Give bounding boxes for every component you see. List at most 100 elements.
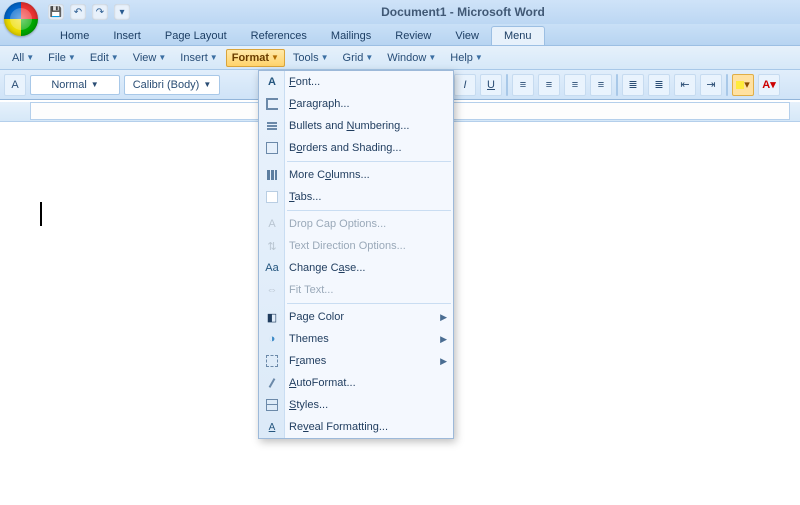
menu-item-fit-text: ⇔ Fit Text... bbox=[259, 279, 453, 301]
menu-item-label: Drop Cap Options... bbox=[289, 218, 386, 230]
menu-item-drop-cap-options: A Drop Cap Options... bbox=[259, 213, 453, 235]
themes-icon: ◑ bbox=[264, 331, 280, 347]
chevron-down-icon: ▼ bbox=[91, 80, 99, 89]
chevron-down-icon: ▼ bbox=[203, 80, 211, 89]
highlight-button[interactable]: ▾ bbox=[732, 74, 754, 96]
align-left-button[interactable]: ≡ bbox=[512, 74, 534, 96]
menu-item-paragraph[interactable]: Paragraph... bbox=[259, 93, 453, 115]
menu-item-page-color[interactable]: ◧ Page Color ▶ bbox=[259, 306, 453, 328]
numbering-button[interactable]: ≣ bbox=[648, 74, 670, 96]
font-combo[interactable]: Calibri (Body) ▼ bbox=[124, 75, 220, 95]
fittext-icon: ⇔ bbox=[264, 282, 280, 298]
menu-item-label: Tabs... bbox=[289, 191, 321, 203]
window-title: Document1 - Microsoft Word bbox=[130, 5, 796, 19]
quick-access-toolbar: 💾 ↶ ↷ ▾ bbox=[48, 4, 130, 20]
menu-item-label: Styles... bbox=[289, 399, 328, 411]
menu-item-text-direction-options: ⇅ Text Direction Options... bbox=[259, 235, 453, 257]
menu-separator bbox=[287, 303, 451, 304]
menu-item-label: Borders and Shading... bbox=[289, 142, 402, 154]
submenu-arrow-icon: ▶ bbox=[440, 312, 447, 323]
tab-review[interactable]: Review bbox=[383, 27, 443, 45]
menu-item-label: Bullets and Numbering... bbox=[289, 120, 409, 132]
menu-insert[interactable]: Insert▼ bbox=[174, 49, 223, 67]
menu-help[interactable]: Help▼ bbox=[444, 49, 489, 67]
submenu-arrow-icon: ▶ bbox=[440, 334, 447, 345]
menu-item-autoformat[interactable]: AutoFormat... bbox=[259, 372, 453, 394]
tab-mailings[interactable]: Mailings bbox=[319, 27, 383, 45]
menu-item-frames[interactable]: Frames▶ bbox=[259, 350, 453, 372]
qat-redo-icon[interactable]: ↷ bbox=[92, 4, 108, 20]
qat-save-icon[interactable]: 💾 bbox=[48, 4, 64, 20]
autoformat-icon bbox=[264, 375, 280, 391]
menu-bar: All▼ File▼ Edit▼ View▼ Insert▼ Format▼ T… bbox=[0, 46, 800, 70]
align-center-button[interactable]: ≡ bbox=[538, 74, 560, 96]
separator bbox=[616, 74, 618, 96]
style-combo[interactable]: Normal ▼ bbox=[30, 75, 120, 95]
style-combo-value: Normal bbox=[51, 79, 86, 91]
underline-button[interactable]: U bbox=[480, 74, 502, 96]
format-dropdown: A Font... Paragraph... Bullets and Numberin… bbox=[258, 70, 454, 439]
tabs-icon bbox=[264, 189, 280, 205]
font-color-button[interactable]: A▾ bbox=[758, 74, 780, 96]
menu-item-bullets-and-numbering[interactable]: Bullets and Numbering... bbox=[259, 115, 453, 137]
menu-item-borders-and-shading[interactable]: Borders and Shading... bbox=[259, 137, 453, 159]
menu-item-label: Fit Text... bbox=[289, 284, 333, 296]
list-icon bbox=[264, 118, 280, 134]
menu-item-font[interactable]: A Font... bbox=[259, 71, 453, 93]
reveal-icon bbox=[264, 419, 280, 435]
menu-item-label: Reveal Formatting... bbox=[289, 421, 388, 433]
menu-item-label: More Columns... bbox=[289, 169, 370, 181]
font-icon: A bbox=[264, 74, 280, 90]
menu-item-label: Page Color bbox=[289, 311, 344, 323]
pagecolor-icon: ◧ bbox=[264, 309, 280, 325]
font-combo-value: Calibri (Body) bbox=[133, 79, 200, 91]
italic-button[interactable]: I bbox=[454, 74, 476, 96]
menu-item-more-columns[interactable]: More Columns... bbox=[259, 164, 453, 186]
menu-item-tabs[interactable]: Tabs... bbox=[259, 186, 453, 208]
menu-file[interactable]: File▼ bbox=[42, 49, 82, 67]
case-icon: Aa bbox=[264, 260, 280, 276]
columns-icon bbox=[264, 167, 280, 183]
menu-item-label: Paragraph... bbox=[289, 98, 350, 110]
tab-insert[interactable]: Insert bbox=[101, 27, 153, 45]
tab-home[interactable]: Home bbox=[48, 27, 101, 45]
menu-item-label: AutoFormat... bbox=[289, 377, 356, 389]
menu-item-label: Change Case... bbox=[289, 262, 365, 274]
dropcap-icon: A bbox=[264, 216, 280, 232]
menu-format[interactable]: Format▼ bbox=[226, 49, 285, 67]
border-icon bbox=[264, 140, 280, 156]
menu-all[interactable]: All▼ bbox=[6, 49, 40, 67]
frames-icon bbox=[264, 353, 280, 369]
justify-button[interactable]: ≡ bbox=[590, 74, 612, 96]
qat-customize-icon[interactable]: ▾ bbox=[114, 4, 130, 20]
direction-icon: ⇅ bbox=[264, 238, 280, 254]
menu-grid[interactable]: Grid▼ bbox=[337, 49, 380, 67]
menu-window[interactable]: Window▼ bbox=[381, 49, 442, 67]
menu-item-change-case[interactable]: Aa Change Case... bbox=[259, 257, 453, 279]
paragraph-icon bbox=[264, 96, 280, 112]
menu-tools[interactable]: Tools▼ bbox=[287, 49, 335, 67]
qat-undo-icon[interactable]: ↶ bbox=[70, 4, 86, 20]
style-icon[interactable]: A bbox=[4, 74, 26, 96]
tab-page-layout[interactable]: Page Layout bbox=[153, 27, 239, 45]
align-right-button[interactable]: ≡ bbox=[564, 74, 586, 96]
tab-menu[interactable]: Menu bbox=[491, 26, 545, 45]
menu-separator bbox=[287, 210, 451, 211]
bullets-button[interactable]: ≣ bbox=[622, 74, 644, 96]
tab-view[interactable]: View bbox=[443, 27, 491, 45]
ribbon-tabs: Home Insert Page Layout References Maili… bbox=[0, 24, 800, 46]
separator bbox=[726, 74, 728, 96]
separator bbox=[506, 74, 508, 96]
menu-item-label: Font... bbox=[289, 76, 320, 88]
menu-item-styles[interactable]: Styles... bbox=[259, 394, 453, 416]
menu-edit[interactable]: Edit▼ bbox=[84, 49, 125, 67]
menu-item-themes[interactable]: ◑Themes▶ bbox=[259, 328, 453, 350]
indent-decrease-button[interactable]: ⇤ bbox=[674, 74, 696, 96]
indent-increase-button[interactable]: ⇥ bbox=[700, 74, 722, 96]
menu-item-label: Text Direction Options... bbox=[289, 240, 406, 252]
menu-view[interactable]: View▼ bbox=[127, 49, 173, 67]
menu-item-reveal-formatting[interactable]: Reveal Formatting... bbox=[259, 416, 453, 438]
office-button[interactable] bbox=[4, 2, 38, 36]
text-cursor bbox=[40, 202, 42, 226]
tab-references[interactable]: References bbox=[239, 27, 319, 45]
